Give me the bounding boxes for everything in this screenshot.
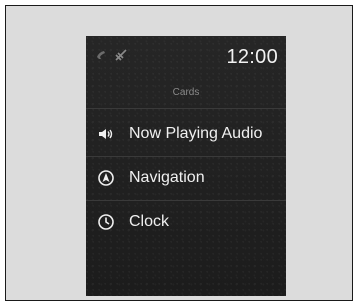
menu-item-label: Clock: [129, 213, 170, 230]
menu-item-navigation[interactable]: Navigation: [86, 156, 286, 200]
menu-item-now-playing[interactable]: Now Playing Audio: [86, 112, 286, 156]
display-screen: 12:00 Cards Now Playing Audio Navigation…: [86, 36, 286, 296]
navigation-icon: [95, 167, 117, 189]
figure-frame: 12:00 Cards Now Playing Audio Navigation…: [5, 5, 353, 301]
menu-item-label: Navigation: [129, 169, 205, 186]
status-time: 12:00: [226, 46, 278, 68]
clock-icon: [95, 211, 117, 233]
menu-item-label: Now Playing Audio: [129, 125, 263, 142]
menu-item-clock[interactable]: Clock: [86, 200, 286, 244]
speaker-icon: [95, 123, 117, 145]
divider: [86, 108, 286, 109]
status-icons: [96, 48, 128, 62]
phone-icon: [96, 50, 108, 60]
no-signal-icon: [114, 48, 128, 62]
cards-title: Cards: [172, 87, 200, 98]
